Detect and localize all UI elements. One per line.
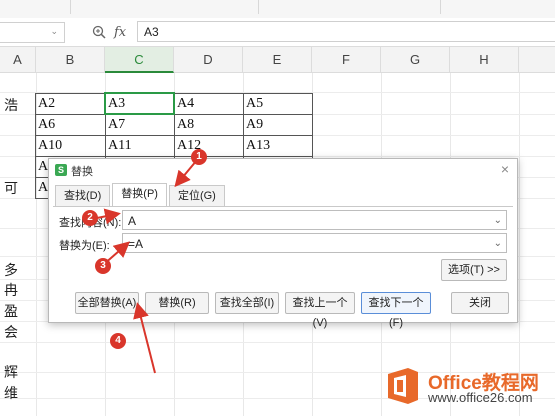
table-cell[interactable]: A11 <box>105 136 174 156</box>
fx-icon[interactable]: fx <box>114 25 126 40</box>
step-marker-2: 2 <box>82 210 98 226</box>
tab-goto[interactable]: 定位(G) <box>168 185 225 206</box>
dialog-titlebar[interactable]: S 替换 × <box>49 159 517 181</box>
table-cell[interactable]: A4 <box>174 94 243 114</box>
watermark: Office教程网 www.office26.com <box>386 364 551 410</box>
watermark-url: www.office26.com <box>428 390 533 405</box>
name-box[interactable]: ⌄ <box>0 22 65 43</box>
chevron-down-icon[interactable]: ⌄ <box>494 211 502 231</box>
table-cell[interactable]: A9 <box>243 115 312 135</box>
active-cell[interactable] <box>104 92 175 115</box>
table-cell[interactable]: A <box>35 178 49 198</box>
cell-text: 辉 <box>4 365 18 381</box>
table-cell[interactable]: A12 <box>174 136 243 156</box>
column-header-selected[interactable]: C <box>105 47 174 73</box>
replace-dialog: S 替换 × 查找(D) 替换(P) 定位(G) 查找内容(N): A ⌄ 替换… <box>48 158 518 329</box>
close-button[interactable]: 关闭 <box>451 292 509 314</box>
replace-input[interactable]: =A ⌄ <box>122 233 507 253</box>
column-header[interactable]: H <box>450 47 519 73</box>
replace-panel: 查找内容(N): A ⌄ 替换为(E): =A ⌄ 选项(T) >> 全部替换(… <box>53 206 513 329</box>
step-marker-3: 3 <box>95 258 111 274</box>
chevron-down-icon[interactable]: ⌄ <box>50 26 58 37</box>
replace-input-value: =A <box>128 237 144 251</box>
table-cell[interactable]: A <box>35 157 49 177</box>
replace-label: 替换为(E): <box>59 240 110 252</box>
find-all-button[interactable]: 查找全部(I) <box>215 292 279 314</box>
step-marker-4: 4 <box>110 333 126 349</box>
chevron-down-icon[interactable]: ⌄ <box>494 234 502 254</box>
cell-text: 冉 <box>4 283 18 299</box>
tab-replace[interactable]: 替换(P) <box>112 183 167 206</box>
table-cell[interactable]: A8 <box>174 115 243 135</box>
column-header[interactable] <box>519 47 555 73</box>
dialog-tabs: 查找(D) 替换(P) 定位(G) <box>55 183 227 207</box>
table-cell[interactable]: A6 <box>35 115 105 135</box>
office-logo-icon <box>388 368 418 404</box>
zoom-search-icon[interactable] <box>92 25 106 39</box>
table-cell[interactable]: A5 <box>243 94 312 114</box>
dialog-title: 替换 <box>71 166 93 178</box>
column-header[interactable]: D <box>174 47 243 73</box>
table-cell[interactable]: A10 <box>35 136 105 156</box>
close-icon[interactable]: × <box>501 161 509 177</box>
find-input[interactable]: A ⌄ <box>122 210 507 230</box>
column-header[interactable]: A <box>0 47 36 73</box>
table-cell[interactable]: A7 <box>105 115 174 135</box>
wps-logo-icon: S <box>55 164 67 176</box>
formula-bar: ⌄ fx A3 <box>0 18 555 47</box>
top-toolbar <box>0 0 555 19</box>
find-next-button[interactable]: 查找下一个(F) <box>361 292 431 329</box>
cell-text: 盈 <box>4 304 18 320</box>
table-cell[interactable]: A2 <box>35 94 105 114</box>
column-header[interactable]: E <box>243 47 312 73</box>
toolbar-divider <box>70 0 71 14</box>
table-border <box>35 156 313 157</box>
replace-all-button[interactable]: 全部替换(A) <box>75 292 139 314</box>
tab-find[interactable]: 查找(D) <box>55 185 111 206</box>
find-prev-button[interactable]: 查找上一个(V) <box>285 292 355 329</box>
step-marker-1: 1 <box>191 149 207 165</box>
formula-tools: fx <box>92 23 126 41</box>
grid-line <box>0 342 555 343</box>
cell-text: 多 <box>4 263 18 279</box>
cell-text: 维 <box>4 386 18 402</box>
cell-text: 浩 <box>4 98 18 114</box>
column-header[interactable]: F <box>312 47 381 73</box>
formula-input[interactable]: A3 <box>137 21 555 42</box>
replace-button[interactable]: 替换(R) <box>145 292 209 314</box>
cell-text: 会 <box>4 325 18 341</box>
column-header[interactable]: B <box>36 47 105 73</box>
options-button[interactable]: 选项(T) >> <box>441 259 507 281</box>
toolbar-divider <box>440 0 441 14</box>
cell-text: 可 <box>4 181 18 197</box>
table-cell[interactable]: A13 <box>243 136 312 156</box>
toolbar-divider <box>258 0 259 14</box>
find-input-value: A <box>128 214 137 228</box>
column-header[interactable]: G <box>381 47 450 73</box>
